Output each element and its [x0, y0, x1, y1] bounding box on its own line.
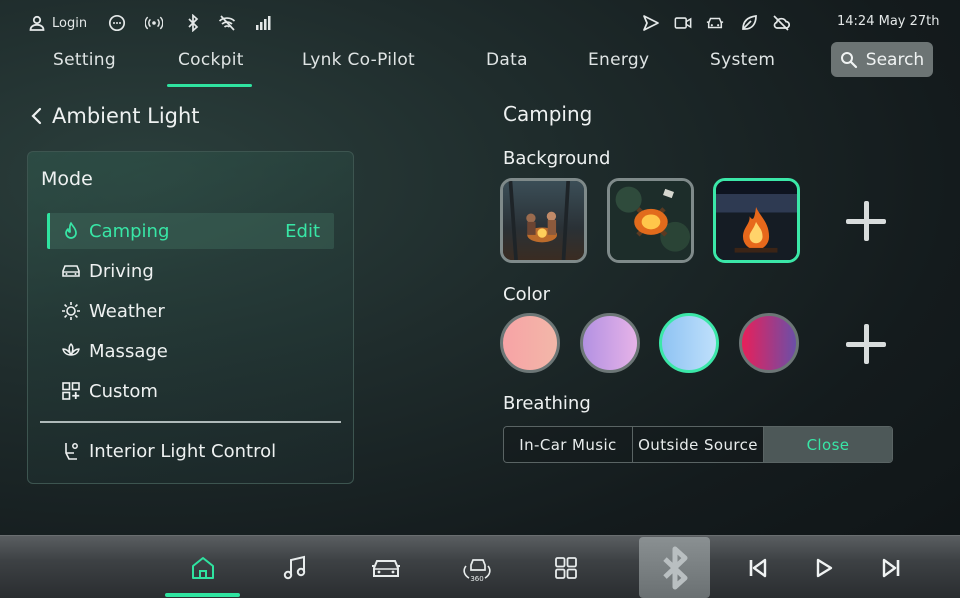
mode-item-label: Custom [89, 380, 158, 402]
active-tab-indicator [167, 84, 252, 87]
color-swatch-pink[interactable] [500, 313, 560, 373]
lotus-icon [62, 343, 80, 356]
mode-item-massage[interactable]: Massage [47, 333, 334, 369]
chat-icon[interactable] [108, 14, 126, 32]
mode-title: Mode [41, 168, 93, 190]
seat-light-icon [65, 443, 78, 460]
leaf-icon[interactable] [740, 14, 758, 32]
mode-item-label: Driving [89, 260, 154, 282]
background-thumb-campfire-group[interactable] [500, 178, 587, 263]
active-dock-indicator [165, 593, 240, 597]
mode-divider [40, 421, 341, 423]
car-icon [62, 265, 80, 277]
bluetooth-icon[interactable] [184, 14, 202, 32]
tab-data[interactable]: Data [486, 50, 528, 70]
interior-light-label: Interior Light Control [89, 440, 277, 462]
detail-title: Camping [503, 102, 593, 126]
car-icon [372, 559, 400, 577]
mode-item-driving[interactable]: Driving [47, 253, 334, 289]
car-360-icon: 360 [463, 558, 491, 582]
bluetooth-dock-button[interactable] [639, 537, 710, 598]
color-swatch-magenta[interactable] [739, 313, 799, 373]
apps-grid-icon [555, 556, 577, 579]
login-button[interactable]: Login [28, 14, 87, 32]
tab-cockpit[interactable]: Cockpit [178, 50, 244, 70]
home-button[interactable] [185, 536, 221, 598]
tab-setting[interactable]: Setting [53, 50, 116, 70]
svg-text:360: 360 [470, 575, 483, 582]
page-title: Ambient Light [52, 104, 200, 128]
bottom-dock: 360 [0, 535, 960, 598]
tab-system[interactable]: System [710, 50, 775, 70]
home-icon [192, 556, 214, 579]
breathing-option-outside-source[interactable]: Outside Source [633, 427, 764, 462]
music-button[interactable] [280, 536, 310, 598]
background-thumb-campfire-top[interactable] [607, 178, 694, 263]
color-swatch-light-blue[interactable] [659, 313, 719, 373]
vehicle-button[interactable] [369, 536, 403, 598]
search-button[interactable]: Search [831, 42, 933, 77]
music-icon [283, 555, 306, 579]
mode-item-label: Camping [89, 220, 170, 242]
broadcast-icon[interactable] [145, 14, 165, 32]
color-title: Color [503, 284, 550, 305]
previous-track-icon [749, 558, 767, 577]
tab-lynk-co-pilot[interactable]: Lynk Co-Pilot [302, 50, 415, 70]
sun-icon [62, 302, 80, 320]
background-title: Background [503, 148, 611, 169]
view-360-button[interactable]: 360 [460, 536, 494, 598]
play-icon [816, 558, 833, 577]
mode-panel: Mode Camping Edit Driving Weather Massag… [27, 151, 354, 484]
search-label: Search [865, 49, 925, 70]
interior-light-control[interactable]: Interior Light Control [47, 433, 334, 469]
edit-button[interactable]: Edit [285, 221, 320, 242]
search-icon [840, 51, 857, 68]
breathing-option-close[interactable]: Close [764, 427, 892, 462]
mode-item-camping[interactable]: Camping Edit [47, 213, 334, 249]
next-track-button[interactable] [877, 536, 905, 598]
breathing-segmented-control: In-Car Music Outside Source Close [503, 426, 893, 463]
play-button[interactable] [810, 536, 838, 598]
chevron-left-icon [31, 107, 42, 125]
tab-energy[interactable]: Energy [588, 50, 649, 70]
signal-icon [254, 14, 272, 32]
add-background-button[interactable] [846, 201, 886, 241]
status-bar: Login 14:24 May 27th [0, 0, 960, 46]
add-color-button[interactable] [846, 324, 886, 364]
previous-track-button[interactable] [744, 536, 772, 598]
camera-icon[interactable] [674, 14, 694, 32]
wifi-off-icon[interactable] [218, 14, 236, 32]
mode-item-custom[interactable]: Custom [47, 373, 334, 409]
navigation-icon[interactable] [642, 14, 660, 32]
mode-item-label: Massage [89, 340, 168, 362]
bluetooth-icon [662, 546, 687, 589]
breathing-option-in-car-music[interactable]: In-Car Music [504, 427, 633, 462]
mode-item-label: Weather [89, 300, 165, 322]
mode-item-weather[interactable]: Weather [47, 293, 334, 329]
breathing-title: Breathing [503, 393, 591, 414]
back-button[interactable]: Ambient Light [30, 104, 200, 128]
apps-button[interactable] [552, 536, 580, 598]
clock-datetime: 14:24 May 27th [837, 14, 940, 29]
cloud-off-icon[interactable] [772, 14, 790, 32]
car-status-icon[interactable] [706, 14, 726, 32]
flame-icon [65, 222, 77, 239]
background-thumb-campfire-lake[interactable] [713, 178, 800, 263]
user-icon [28, 14, 46, 32]
grid-plus-icon [62, 382, 80, 400]
color-swatch-lavender[interactable] [580, 313, 640, 373]
login-label: Login [52, 15, 88, 31]
next-track-icon [882, 558, 900, 577]
